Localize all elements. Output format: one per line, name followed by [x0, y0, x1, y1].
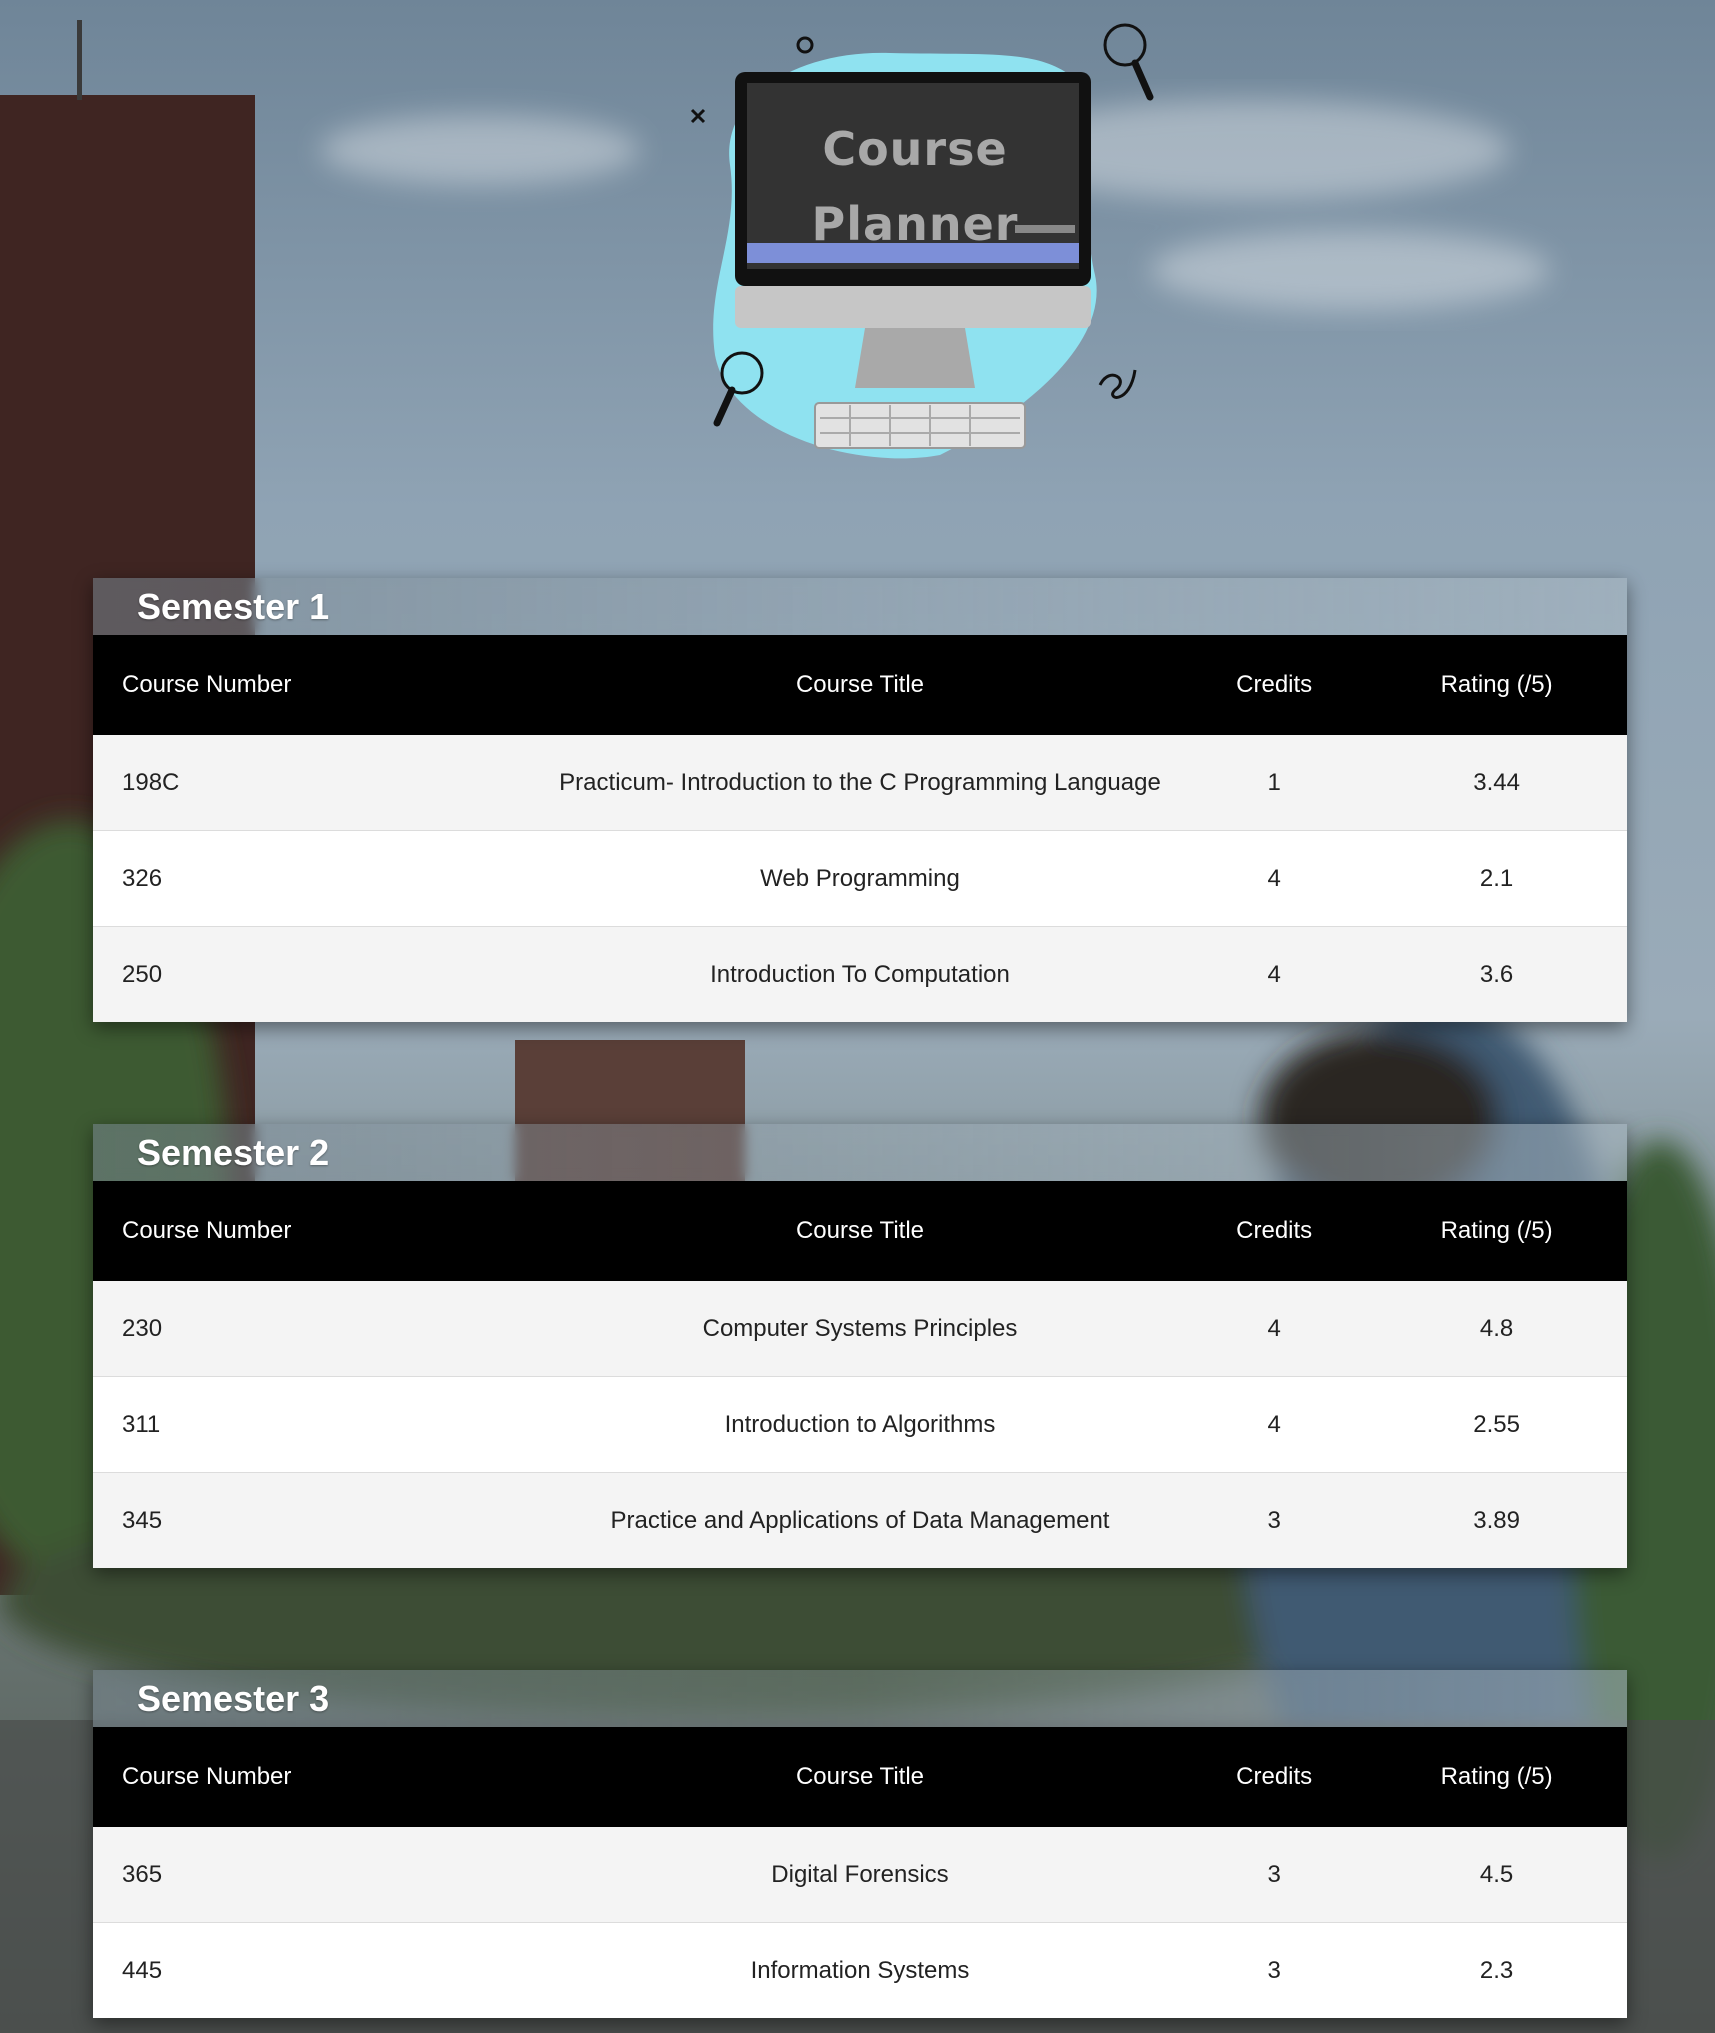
semester-title: Semester 1 — [137, 585, 330, 627]
credits-cell: 3 — [1267, 1506, 1281, 1534]
column-header-credits: Credits — [1236, 671, 1313, 698]
rating-cell: 3.89 — [1473, 1506, 1520, 1534]
table-row: 326 Web Programming 4 2.1 — [93, 830, 1627, 927]
column-header-rating: Rating (/5) — [1440, 1763, 1553, 1790]
column-header-course-number: Course Number — [122, 671, 292, 698]
course-title-cell: Web Programming — [537, 830, 1183, 927]
rating-cell: 3.6 — [1479, 960, 1514, 988]
credits-cell: 3 — [1182, 1827, 1367, 1923]
rating-cell: 2.1 — [1366, 830, 1627, 927]
column-header-rating: Rating (/5) — [1440, 1217, 1553, 1244]
course-number-cell: 250 — [122, 960, 163, 988]
credits-cell: 4 — [1182, 830, 1367, 927]
table-row: 198C Practicum- Introduction to the C Pr… — [93, 735, 1627, 831]
semester-3-header: Semester 3 — [93, 1670, 1627, 1727]
table-row: 345 Practice and Applications of Data Ma… — [93, 1472, 1627, 1568]
course-title-cell: Introduction to Algorithms — [537, 1376, 1183, 1473]
table-row: 250 Introduction To Computation 4 3.6 — [93, 926, 1627, 1022]
course-number-cell: 365 — [93, 1827, 538, 1923]
column-header-course-title: Course Title — [795, 671, 925, 698]
course-number-cell: 230 — [93, 1281, 538, 1377]
column-header-credits: Credits — [1236, 1217, 1313, 1244]
rating-cell: 4.8 — [1366, 1281, 1627, 1377]
table-header-row: Course Number Course Title Credits Ratin… — [93, 1727, 1627, 1827]
logo-title-line1: Course — [822, 122, 1007, 176]
rating-cell: 3.44 — [1366, 735, 1627, 831]
course-title-cell: Information Systems — [750, 1956, 970, 1984]
course-title-cell: Computer Systems Principles — [537, 1281, 1183, 1377]
course-number-cell: 198C — [93, 735, 538, 831]
course-planner-logo: Course Planner — [690, 23, 1154, 459]
table-header-row: Course Number Course Title Credits Ratin… — [93, 1181, 1627, 1281]
semester-title: Semester 2 — [137, 1131, 330, 1173]
credits-cell: 1 — [1182, 735, 1367, 831]
course-table: Course Number Course Title Credits Ratin… — [93, 635, 1627, 1022]
semester-1-panel: Semester 1 Course Number Course Title Cr… — [93, 578, 1627, 1022]
column-header-rating: Rating (/5) — [1440, 671, 1553, 698]
course-title-cell: Introduction To Computation — [710, 960, 1010, 988]
rating-cell: 2.3 — [1479, 1956, 1514, 1984]
column-header-credits: Credits — [1236, 1763, 1313, 1790]
credits-cell: 4 — [1182, 1281, 1367, 1377]
semester-3-panel: Semester 3 Course Number Course Title Cr… — [93, 1670, 1627, 2018]
course-title-cell: Digital Forensics — [537, 1827, 1183, 1923]
credits-cell: 3 — [1267, 1956, 1281, 1984]
course-number-cell: 326 — [93, 830, 538, 927]
column-header-course-number: Course Number — [122, 1763, 292, 1790]
logo-title-line2: Planner — [812, 197, 1019, 251]
rating-cell: 2.55 — [1366, 1376, 1627, 1473]
credits-cell: 4 — [1267, 960, 1281, 988]
table-row: 365 Digital Forensics 3 4.5 — [93, 1827, 1627, 1923]
course-number-cell: 345 — [122, 1506, 163, 1534]
semester-2-panel: Semester 2 Course Number Course Title Cr… — [93, 1124, 1627, 1568]
course-title-cell: Practicum- Introduction to the C Program… — [537, 735, 1183, 831]
semester-title: Semester 3 — [137, 1677, 330, 1719]
table-header-row: Course Number Course Title Credits Ratin… — [93, 635, 1627, 735]
column-header-course-number: Course Number — [122, 1217, 292, 1244]
table-row: 445 Information Systems 3 2.3 — [93, 1922, 1627, 2018]
semester-1-header: Semester 1 — [93, 578, 1627, 635]
rating-cell: 4.5 — [1366, 1827, 1627, 1923]
credits-cell: 4 — [1182, 1376, 1367, 1473]
course-title-cell: Practice and Applications of Data Manage… — [610, 1506, 1110, 1534]
column-header-course-title: Course Title — [795, 1217, 925, 1244]
column-header-course-title: Course Title — [795, 1763, 925, 1790]
course-table: Course Number Course Title Credits Ratin… — [93, 1181, 1627, 1568]
course-number-cell: 311 — [93, 1376, 538, 1473]
table-row: 311 Introduction to Algorithms 4 2.55 — [93, 1376, 1627, 1473]
table-row: 230 Computer Systems Principles 4 4.8 — [93, 1281, 1627, 1377]
course-number-cell: 445 — [122, 1956, 163, 1984]
semester-2-header: Semester 2 — [93, 1124, 1627, 1181]
course-table: Course Number Course Title Credits Ratin… — [93, 1727, 1627, 2018]
